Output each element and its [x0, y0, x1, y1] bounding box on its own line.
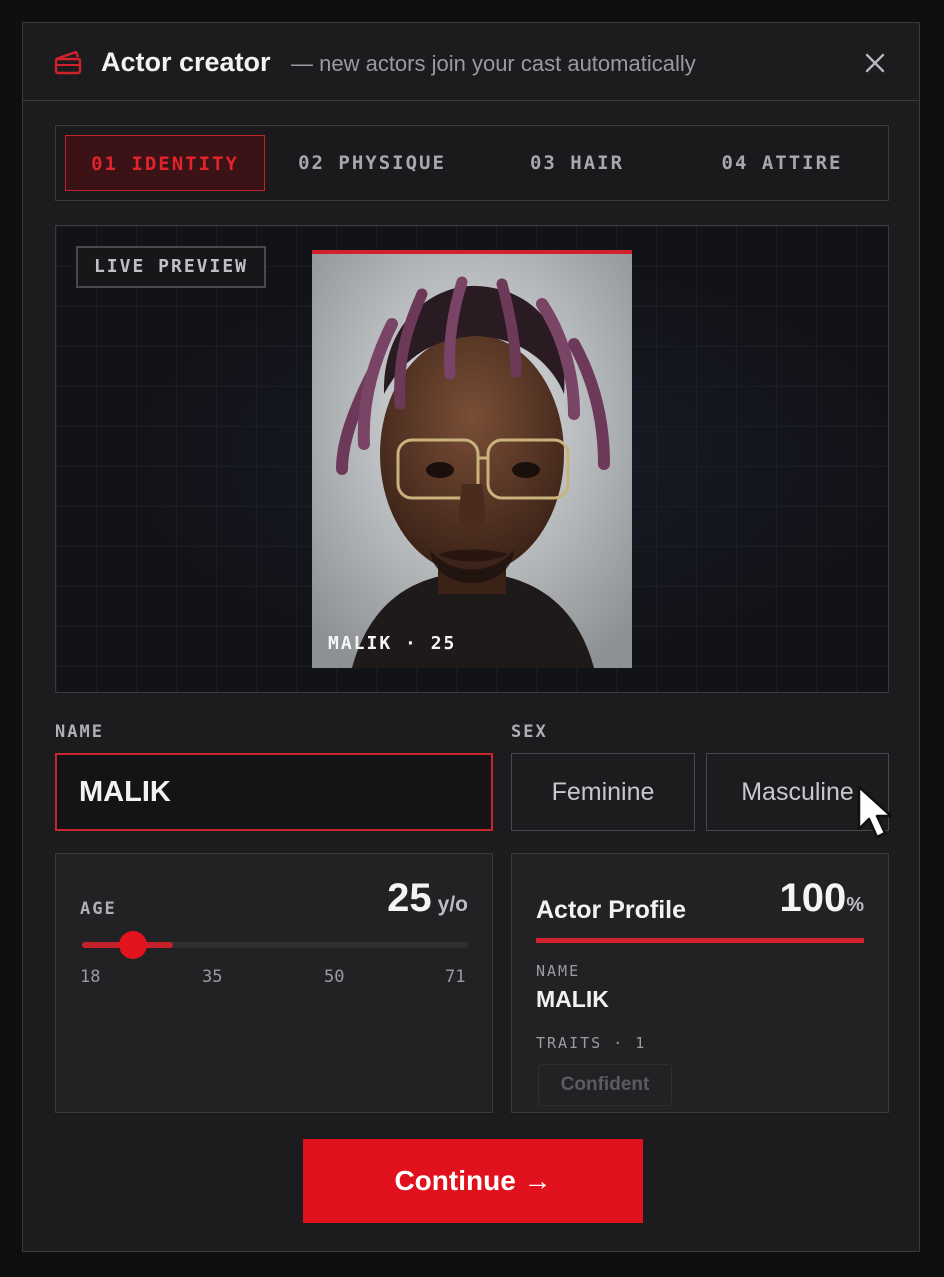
age-tick: 50: [324, 967, 345, 987]
live-preview-panel: LIVE PREVIEW MALIK · 25: [55, 225, 889, 693]
age-label: AGE: [80, 899, 117, 919]
age-slider[interactable]: [82, 931, 468, 959]
modal-header: Actor creator — new actors join your cas…: [23, 23, 919, 101]
actor-profile-card: Actor Profile 100% NAME MALIK TRAITS · 1…: [511, 853, 889, 1113]
clapperboard-icon: [54, 50, 82, 75]
age-card: AGE 25 y/o 18 35 50 71: [55, 853, 493, 1113]
continue-button[interactable]: Continue →: [303, 1139, 643, 1223]
step-tabs: 01 IDENTITY 02 PHYSIQUE 03 HAIR 04 ATTIR…: [55, 125, 889, 201]
age-value: 25 y/o: [387, 876, 468, 920]
profile-completion: 100%: [779, 876, 864, 920]
tab-attire[interactable]: 04 ATTIRE: [686, 135, 878, 191]
actor-portrait: MALIK · 25: [312, 250, 632, 668]
portrait-caption: MALIK · 25: [328, 633, 457, 654]
arrow-right-icon: →: [523, 1165, 552, 1196]
tab-physique[interactable]: 02 PHYSIQUE: [278, 135, 466, 191]
actor-creator-modal: Actor creator — new actors join your cas…: [22, 22, 920, 1252]
portrait-illustration: [312, 254, 632, 668]
profile-name-label: NAME: [536, 962, 581, 980]
profile-title: Actor Profile: [536, 896, 687, 924]
trait-chip: Confident: [538, 1064, 672, 1106]
name-input[interactable]: MALIK: [55, 753, 493, 831]
tab-hair[interactable]: 03 HAIR: [486, 135, 668, 191]
age-tick: 71: [445, 967, 466, 987]
sex-label: SEX: [511, 722, 548, 742]
age-tick: 35: [202, 967, 223, 987]
modal-title: Actor creator: [101, 47, 271, 77]
live-preview-badge: LIVE PREVIEW: [76, 246, 266, 288]
sex-option-feminine[interactable]: Feminine: [511, 753, 695, 831]
profile-progress-bar: [536, 938, 864, 943]
modal-subtitle: — new actors join your cast automaticall…: [291, 51, 696, 76]
profile-traits-label: TRAITS · 1: [536, 1034, 647, 1052]
profile-name-value: MALIK: [536, 986, 609, 1012]
age-slider-thumb[interactable]: [119, 931, 147, 959]
age-tick: 18: [80, 967, 101, 987]
name-label: NAME: [55, 722, 104, 742]
mouse-cursor-icon: [857, 785, 893, 839]
tab-identity[interactable]: 01 IDENTITY: [65, 135, 265, 191]
close-icon[interactable]: [859, 47, 891, 79]
